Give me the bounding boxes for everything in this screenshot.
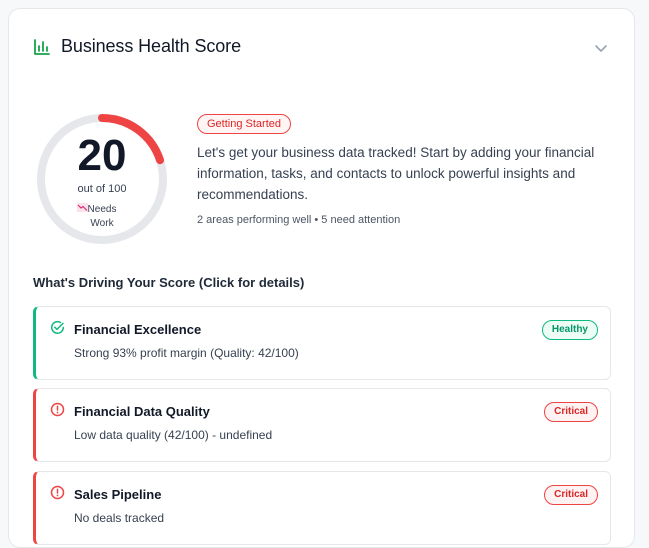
factor-financial-data-quality[interactable]: Financial Data Quality Low data quality … xyxy=(33,388,611,462)
factor-description: No deals tracked xyxy=(74,511,165,525)
drivers-title: What's Driving Your Score (Click for det… xyxy=(33,275,305,290)
factor-status-badge: Critical xyxy=(544,402,598,422)
areas-summary: 2 areas performing well • 5 need attenti… xyxy=(197,214,401,226)
score-status: Needs Work xyxy=(77,203,127,231)
alert-circle-icon xyxy=(50,402,65,417)
factor-financial-excellence[interactable]: Financial Excellence Strong 93% profit m… xyxy=(33,306,611,380)
score-value: 20 xyxy=(77,131,127,180)
card-header[interactable]: Business Health Score xyxy=(9,9,634,87)
factor-sales-pipeline[interactable]: Sales Pipeline No deals tracked Critical xyxy=(33,471,611,545)
alert-circle-icon xyxy=(50,485,65,500)
score-status-label: Needs Work xyxy=(87,204,117,229)
score-gauge: 20 out of 100 Needs Work xyxy=(35,112,169,246)
factor-name: Financial Excellence xyxy=(74,322,202,337)
bar-chart-icon xyxy=(34,39,50,55)
factor-status-badge: Healthy xyxy=(541,320,598,340)
check-circle-icon xyxy=(51,320,65,334)
status-badge: Getting Started xyxy=(197,114,291,134)
chevron-down-icon[interactable] xyxy=(593,40,609,56)
factor-description: Low data quality (42/100) - undefined xyxy=(74,428,273,442)
score-out-of: out of 100 xyxy=(77,183,127,195)
factor-name: Sales Pipeline xyxy=(74,487,162,502)
health-score-card: Business Health Score 20 out of 100 Need… xyxy=(8,8,635,548)
factor-status-badge: Critical xyxy=(544,485,598,505)
summary-text: Let's get your business data tracked! St… xyxy=(197,145,595,202)
chart-down-icon xyxy=(77,203,88,212)
factor-description: Strong 93% profit margin (Quality: 42/10… xyxy=(74,346,299,360)
factor-name: Financial Data Quality xyxy=(74,404,210,419)
card-title: Business Health Score xyxy=(61,36,241,56)
